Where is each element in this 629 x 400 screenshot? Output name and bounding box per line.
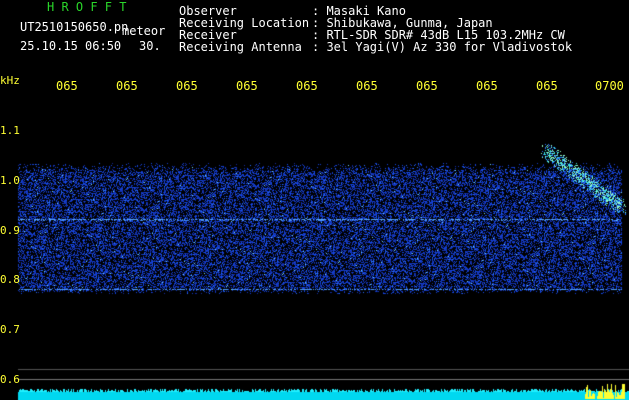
y-tick-label: 0.9 [0, 224, 20, 237]
x-tick-label: 0700 [595, 79, 624, 93]
x-tick-label: 065 [536, 79, 558, 93]
spectrogram-canvas [0, 0, 629, 400]
y-axis-unit: kHz [0, 74, 20, 87]
x-tick-label: 065 [236, 79, 258, 93]
seconds-label: 30. [139, 39, 161, 53]
x-tick-label: 065 [476, 79, 498, 93]
datetime-label: 25.10.15 06:50 [20, 39, 122, 53]
x-tick-label: 065 [416, 79, 438, 93]
y-tick-label: 0.7 [0, 323, 20, 336]
mode-label: meteor [122, 24, 166, 38]
x-tick-label: 065 [56, 79, 78, 93]
y-tick-label: 0.6 [0, 373, 20, 386]
info-label-antenna: Receiving Antenna [179, 40, 302, 54]
y-tick-label: 1.0 [0, 174, 20, 187]
x-tick-label: 065 [356, 79, 378, 93]
info-value-antenna: : 3el Yagi(V) Az 330 for Vladivostok [312, 40, 573, 54]
filename-label: UT2510150650.pn [20, 20, 129, 34]
x-tick-label: 065 [296, 79, 318, 93]
x-tick-label: 065 [116, 79, 138, 93]
app-title: H R O F F T [47, 0, 127, 14]
x-tick-label: 065 [176, 79, 198, 93]
y-tick-label: 0.8 [0, 273, 20, 286]
y-tick-label: 1.1 [0, 124, 20, 137]
